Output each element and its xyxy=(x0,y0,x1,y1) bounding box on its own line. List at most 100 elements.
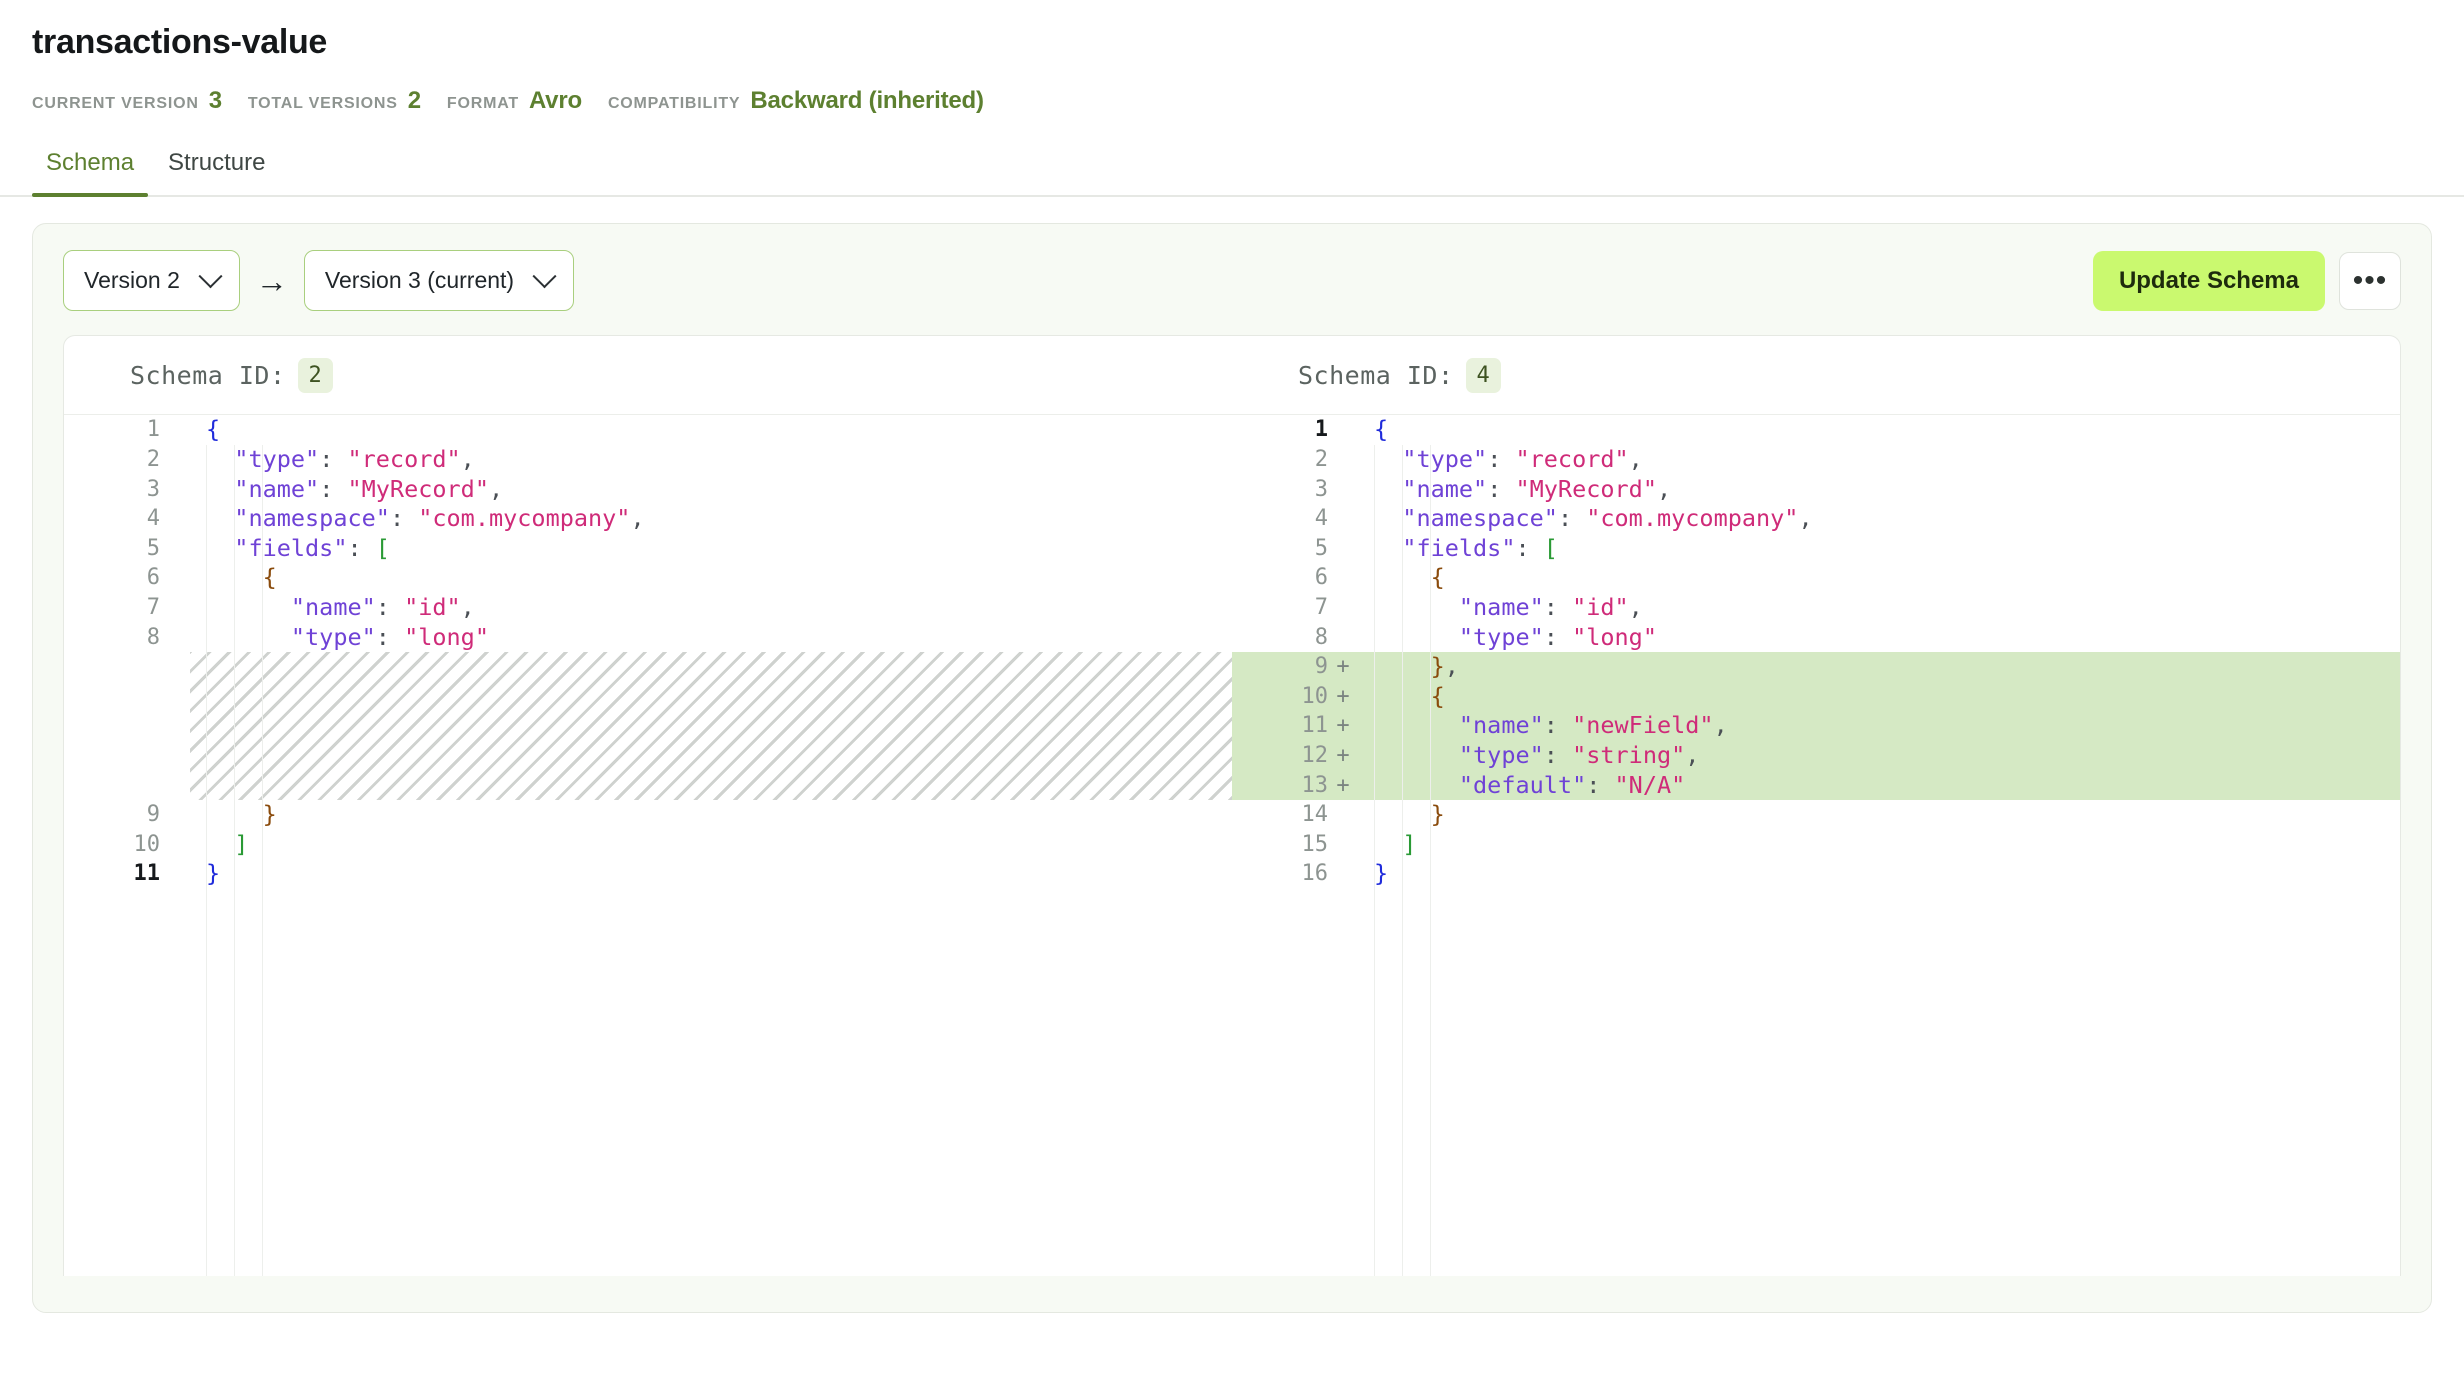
code-line: 3 "name": "MyRecord", xyxy=(64,475,1232,505)
code-token: "long" xyxy=(1572,622,1657,651)
code-line: 13 + "default": "N/A" xyxy=(1232,770,2400,801)
code-token: ] xyxy=(234,829,249,858)
left-code-pane[interactable]: 1{2 "type": "record", 3 "name": "MyRecord… xyxy=(64,415,1232,1277)
code-token: "com.mycompany" xyxy=(1586,504,1799,533)
code-token: : xyxy=(319,474,348,503)
code-text: "namespace": "com.mycompany", xyxy=(1358,504,2400,534)
code-text: { xyxy=(1358,563,2400,593)
line-number: 6 xyxy=(146,565,160,591)
tab-schema[interactable]: Schema xyxy=(32,143,149,198)
code-token: "namespace" xyxy=(1402,504,1558,533)
line-number: 3 xyxy=(146,476,160,502)
code-token: "MyRecord" xyxy=(347,474,489,503)
code-token: , xyxy=(1628,444,1643,473)
code-text: "default": "N/A" xyxy=(1358,771,2400,801)
code-text: "type": "record", xyxy=(190,445,1232,475)
code-text: "type": "long" xyxy=(1358,623,2400,653)
code-token: } xyxy=(1430,652,1445,681)
code-token: "string" xyxy=(1572,740,1686,769)
meta-total-versions: TOTAL VERSIONS 2 xyxy=(248,87,421,115)
code-line: 12 + "type": "string", xyxy=(1232,740,2400,771)
code-token: } xyxy=(1374,859,1389,888)
diff-marker: + xyxy=(1336,683,1350,709)
page-header: transactions-value CURRENT VERSION 3 TOT… xyxy=(0,0,2464,115)
from-version-select[interactable]: Version 2 xyxy=(63,250,240,312)
code-text: "name": "MyRecord", xyxy=(190,475,1232,505)
code-text: { xyxy=(190,415,1232,445)
line-number: 9 xyxy=(1314,654,1328,680)
diff-panes: 1{2 "type": "record", 3 "name": "MyRecord… xyxy=(64,415,2400,1277)
code-token: "record" xyxy=(1515,444,1629,473)
code-token: , xyxy=(1628,592,1643,621)
toolbar-actions: Update Schema ••• xyxy=(2092,250,2401,311)
code-token: , xyxy=(488,474,504,503)
code-token: ] xyxy=(1402,829,1417,858)
code-token: "type" xyxy=(290,622,376,651)
code-token: "newField" xyxy=(1572,711,1714,740)
code-token: [ xyxy=(375,533,390,562)
code-line: 4 "namespace": "com.mycompany", xyxy=(64,504,1232,534)
code-token: : xyxy=(389,504,419,533)
meta-label: CURRENT VERSION xyxy=(32,95,199,113)
arrow-right-icon: → xyxy=(255,262,288,299)
code-line: 2 "type": "record", xyxy=(1232,445,2400,475)
meta-label: COMPATIBILITY xyxy=(607,95,741,113)
meta-format: FORMAT Avro xyxy=(447,87,582,115)
code-line: 6 { xyxy=(1232,563,2400,593)
code-line: 7 "name": "id", xyxy=(64,593,1232,623)
right-schema-id-badge: 4 xyxy=(1465,357,1501,394)
code-line: 15 ] xyxy=(1232,830,2400,860)
code-token: "id" xyxy=(404,592,461,621)
code-text: } xyxy=(190,859,1232,889)
code-token: , xyxy=(460,444,475,473)
line-number: 4 xyxy=(1314,506,1328,532)
code-token: } xyxy=(262,800,277,829)
update-schema-button[interactable]: Update Schema xyxy=(2092,250,2325,311)
code-token: { xyxy=(1374,415,1389,444)
line-number: 3 xyxy=(1314,476,1328,502)
code-token: } xyxy=(1430,800,1445,829)
code-line: 5 "fields": [ xyxy=(64,534,1232,564)
code-token: : xyxy=(1557,504,1587,533)
code-line: 3 "name": "MyRecord", xyxy=(1232,475,2400,505)
line-number: 5 xyxy=(1314,535,1328,561)
code-line: 14 } xyxy=(1232,800,2400,830)
line-number: 11 xyxy=(1301,713,1329,739)
code-token: "name" xyxy=(234,474,320,503)
code-text: "type": "record", xyxy=(1358,445,2400,475)
meta-label: TOTAL VERSIONS xyxy=(247,95,398,113)
more-options-button[interactable]: ••• xyxy=(2339,251,2401,310)
code-line: 16} xyxy=(1232,859,2400,889)
code-token: { xyxy=(206,415,221,444)
line-number: 16 xyxy=(1301,861,1329,887)
line-number: 13 xyxy=(1301,772,1329,798)
code-token: "type" xyxy=(1458,740,1544,769)
meta-label: FORMAT xyxy=(446,95,519,113)
code-text: "name": "id", xyxy=(1358,593,2400,623)
line-number: 4 xyxy=(146,506,160,532)
code-token: "name" xyxy=(1458,592,1544,621)
code-text: "type": "string", xyxy=(1358,741,2400,771)
diff-marker: + xyxy=(1336,713,1350,739)
code-line: 2 "type": "record", xyxy=(64,445,1232,475)
line-number: 8 xyxy=(146,624,160,650)
code-text: { xyxy=(190,563,1232,593)
code-text: "fields": [ xyxy=(1358,534,2400,564)
line-number: 9 xyxy=(146,802,160,828)
code-token: "id" xyxy=(1572,592,1629,621)
line-number: 7 xyxy=(146,594,160,620)
right-code-pane[interactable]: 1{2 "type": "record", 3 "name": "MyRecord… xyxy=(1232,415,2400,1277)
code-text: "name": "id", xyxy=(190,593,1232,623)
code-token: : xyxy=(1543,622,1573,651)
meta-value: 2 xyxy=(407,87,421,115)
pane-headers: Schema ID: 2 Schema ID: 4 xyxy=(64,336,2400,416)
code-token: "fields" xyxy=(1402,533,1516,562)
code-token: , xyxy=(1713,711,1728,740)
to-version-select[interactable]: Version 3 (current) xyxy=(303,250,575,312)
tab-structure[interactable]: Structure xyxy=(154,143,279,195)
line-number: 14 xyxy=(1301,802,1329,828)
page-title: transactions-value xyxy=(32,23,328,61)
code-text: }, xyxy=(1358,652,2400,682)
code-token: , xyxy=(630,504,645,533)
code-line: 8 "type": "long" xyxy=(64,623,1232,653)
